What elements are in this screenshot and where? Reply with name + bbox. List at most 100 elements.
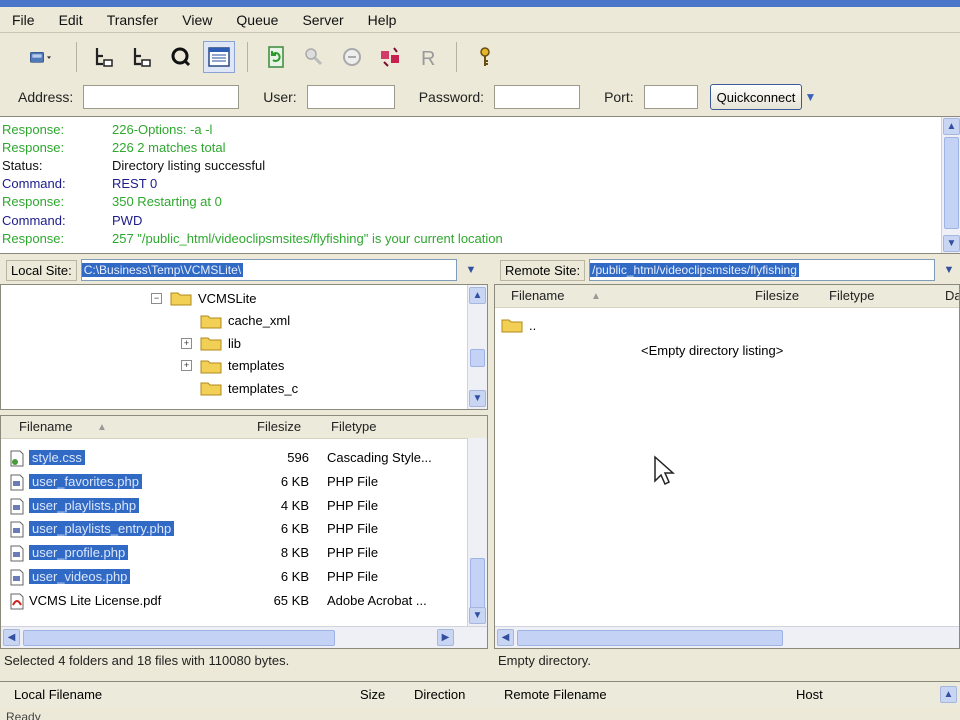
menu-transfer[interactable]: Transfer [95, 12, 171, 28]
toggle-remote-tree-button[interactable] [203, 41, 235, 73]
port-input[interactable] [643, 85, 698, 109]
file-row[interactable]: user_videos.php 6 KB PHP File [1, 566, 487, 589]
scroll-down-icon[interactable]: ▼ [943, 235, 960, 252]
column-filename[interactable]: Filename [511, 288, 564, 303]
local-file-list[interactable]: Filename ▲ Filesize Filetype style.css 59… [0, 415, 488, 649]
tree-scroll-thumb[interactable] [470, 349, 485, 367]
tree-expander-icon[interactable]: − [151, 292, 162, 304]
menu-bar: File Edit Transfer View Queue Server Hel… [0, 7, 960, 33]
file-name: style.css [29, 450, 85, 465]
local-list-hscroll[interactable]: ◀ ▶ [1, 626, 487, 648]
log-entry-type: Command: [2, 176, 66, 192]
local-status-text: Selected 4 folders and 18 files with 110… [4, 653, 290, 668]
toolbar: R [0, 34, 960, 80]
toggle-local-tree-button[interactable] [127, 41, 159, 73]
file-row[interactable]: user_favorites.php 6 KB PHP File [1, 471, 487, 494]
directory-filter-button[interactable] [469, 41, 501, 73]
password-input[interactable] [494, 85, 581, 109]
address-label: Address: [18, 89, 74, 105]
menu-file[interactable]: File [0, 12, 47, 28]
queue-column-host[interactable]: Host [796, 687, 823, 702]
file-type: PHP File [327, 521, 379, 537]
tree-node[interactable]: cache_xml [181, 310, 290, 332]
file-row[interactable]: style.css 596 Cascading Style... [1, 447, 487, 470]
file-type: PHP File [327, 497, 379, 513]
tree-node[interactable]: + templates [181, 355, 284, 377]
toggle-queue-button[interactable] [165, 41, 197, 73]
site-manager-button[interactable] [18, 41, 64, 73]
remote-file-list[interactable]: Filename ▲ Filesize Filetype Da .. <Empt… [494, 284, 960, 649]
remote-list-hscroll[interactable]: ◀ [495, 626, 959, 648]
file-row[interactable]: user_playlists_entry.php 6 KB PHP File [1, 518, 487, 541]
tree-node[interactable]: templates_c [181, 377, 298, 399]
remote-path-input[interactable]: /public_html/videoclipsmsites/flyfishing [589, 259, 936, 281]
file-name: user_profile.php [29, 545, 129, 561]
scroll-up-icon[interactable]: ▲ [940, 686, 957, 703]
chevron-down-icon[interactable]: ▼ [462, 260, 480, 280]
reconnect-button[interactable]: R [412, 41, 444, 73]
quickconnect-dropdown[interactable]: ▼ [802, 85, 818, 109]
queue-column-remote[interactable]: Remote Filename [504, 687, 607, 702]
column-filetype[interactable]: Filetype [331, 419, 377, 434]
queue-column-direction[interactable]: Direction [414, 687, 465, 702]
local-path-input[interactable]: C:\Business\Temp\VCMSLite\ [80, 259, 457, 281]
file-size: 8 KB [280, 545, 309, 561]
file-row[interactable]: user_playlists.php 4 KB PHP File [1, 495, 487, 518]
refresh-button[interactable] [260, 41, 292, 73]
log-scrollbar[interactable]: ▲ ▼ [941, 117, 960, 253]
toggle-log-button[interactable] [89, 41, 121, 73]
menu-queue[interactable]: Queue [224, 12, 290, 28]
password-label: Password: [418, 89, 485, 105]
scroll-down-icon[interactable]: ▼ [469, 390, 486, 407]
quickconnect-button[interactable]: Quickconnect [709, 84, 803, 110]
window-panes-icon [208, 47, 230, 67]
queue-icon [171, 47, 191, 67]
local-site-bar: Local Site: C:\Business\Temp\VCMSLite\ ▼ [0, 257, 488, 283]
log-entry-message: Directory listing successful [112, 157, 266, 173]
php-file-icon [10, 545, 24, 562]
message-log[interactable]: Response: 226-Options: -a -l Response: 226 … [0, 116, 960, 254]
queue-column-local[interactable]: Local Filename [14, 687, 102, 702]
tree-expander-icon[interactable]: + [181, 360, 192, 371]
column-filename[interactable]: Filename [19, 419, 72, 434]
scroll-left-icon[interactable]: ◀ [3, 629, 20, 646]
user-input[interactable] [306, 85, 395, 109]
disconnect-button[interactable] [374, 41, 406, 73]
local-list-hthumb[interactable] [23, 630, 335, 646]
transfer-queue-header: Local Filename Size Direction Remote Fil… [0, 681, 960, 707]
tree-node[interactable]: − VCMSLite [151, 287, 257, 309]
column-filesize[interactable]: Filesize [257, 419, 301, 434]
site-manager-icon [30, 51, 51, 63]
queue-column-size[interactable]: Size [360, 687, 385, 702]
tree-node[interactable]: + lib [181, 332, 241, 354]
process-queue-button[interactable] [298, 41, 330, 73]
column-filetype[interactable]: Filetype [829, 288, 875, 303]
local-list-vthumb[interactable] [470, 558, 485, 610]
menu-view[interactable]: View [170, 12, 224, 28]
local-list-vscroll[interactable]: ▼ [467, 438, 487, 626]
menu-help[interactable]: Help [356, 12, 409, 28]
file-type: Cascading Style... [327, 450, 432, 465]
chevron-down-icon[interactable]: ▼ [940, 260, 958, 280]
cancel-button[interactable] [336, 41, 368, 73]
tree-scrollbar[interactable]: ▲ ▼ [467, 285, 487, 409]
scroll-up-icon[interactable]: ▲ [469, 287, 486, 304]
menu-edit[interactable]: Edit [47, 12, 95, 28]
parent-directory-entry[interactable]: .. [501, 317, 536, 333]
address-input[interactable] [83, 85, 240, 109]
column-filesize[interactable]: Filesize [755, 288, 799, 303]
local-directory-tree[interactable]: − VCMSLite cache_xml + lib + templates template… [0, 284, 488, 410]
folder-icon [200, 315, 222, 328]
remote-list-hthumb[interactable] [517, 630, 783, 646]
file-name: user_playlists_entry.php [29, 521, 175, 537]
scroll-down-icon[interactable]: ▼ [469, 607, 486, 624]
file-row[interactable]: VCMS Lite License.pdf 65 KB Adobe Acrobat … [1, 590, 487, 613]
scroll-up-icon[interactable]: ▲ [943, 118, 960, 135]
column-date[interactable]: Da [945, 288, 959, 303]
menu-server[interactable]: Server [290, 12, 355, 28]
tree-expander-icon[interactable]: + [181, 337, 192, 349]
scroll-left-icon[interactable]: ◀ [497, 629, 514, 646]
file-row[interactable]: user_profile.php 8 KB PHP File [1, 542, 487, 565]
log-scroll-thumb[interactable] [944, 137, 959, 229]
scroll-right-icon[interactable]: ▶ [437, 629, 454, 646]
